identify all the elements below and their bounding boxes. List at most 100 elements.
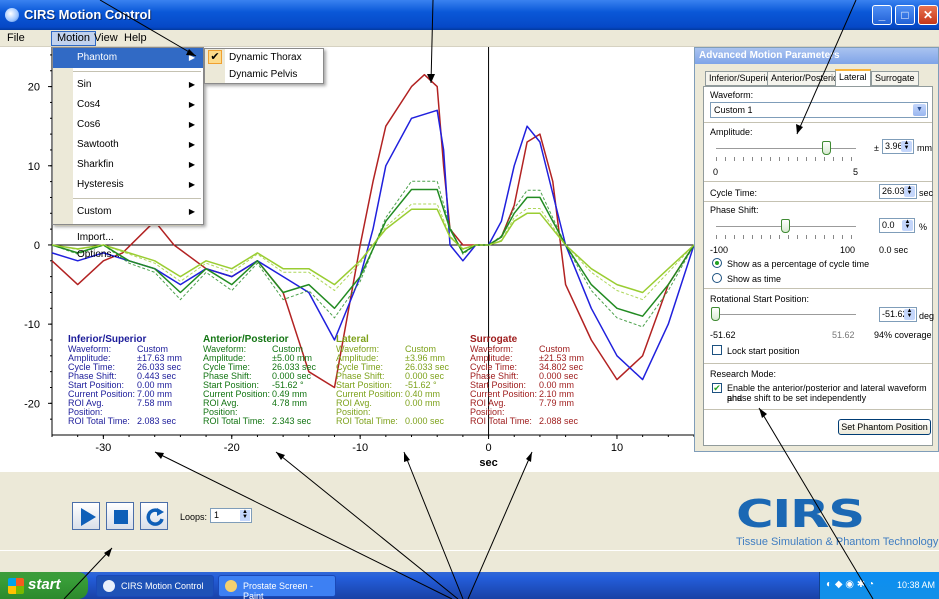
menu-help[interactable]: Help bbox=[119, 32, 152, 44]
app-icon bbox=[5, 8, 19, 22]
start-button[interactable]: start bbox=[0, 572, 88, 599]
spinner-arrows-icon[interactable]: ▲ ▼ bbox=[904, 185, 915, 197]
stop-icon bbox=[114, 510, 128, 524]
windows-logo-icon bbox=[8, 578, 24, 594]
spinner-arrows-icon[interactable]: ▲ ▼ bbox=[902, 219, 913, 231]
stats-row: ROI Avg. Position: 0.00 mm bbox=[336, 399, 449, 417]
menu-item-import[interactable]: Import... bbox=[53, 229, 203, 246]
rotational-max: 51.62 bbox=[832, 330, 855, 340]
divider bbox=[704, 181, 932, 182]
lock-start-checkbox[interactable] bbox=[712, 345, 722, 355]
phase-shift-unit: % bbox=[919, 222, 928, 232]
maximize-button[interactable]: □ bbox=[895, 5, 915, 25]
menu-item-sharkfin[interactable]: Sharkfin ▶ bbox=[53, 155, 203, 175]
loops-spinner[interactable]: 1 ▲ ▼ bbox=[210, 508, 252, 523]
menu-item-hysteresis[interactable]: Hysteresis ▶ bbox=[53, 175, 203, 195]
stats-row: ROI Total Time: 2.343 sec bbox=[203, 417, 316, 426]
clock: 10:38 AM bbox=[896, 580, 935, 590]
radio-percentage-label: Show as a percentage of cycle time bbox=[727, 259, 870, 269]
menu-view[interactable]: View bbox=[89, 32, 123, 44]
stats-value: 4.78 mm bbox=[272, 398, 308, 408]
stats-value: 7.58 mm bbox=[137, 398, 173, 408]
submenu-arrow-icon: ▶ bbox=[188, 180, 195, 189]
divider bbox=[704, 409, 932, 410]
slider-ticks bbox=[716, 157, 857, 161]
phase-seconds: 0.0 sec bbox=[879, 245, 909, 255]
y-tick-label: 0 bbox=[34, 240, 40, 252]
cycle-time-unit: sec bbox=[919, 188, 934, 198]
phantom-submenu: ✔ Dynamic Thorax Dynamic Pelvis bbox=[204, 48, 324, 84]
play-button[interactable] bbox=[72, 502, 100, 530]
task-paint[interactable]: Prostate Screen - Paint bbox=[218, 575, 336, 599]
stats-title: Anterior/Posterior bbox=[203, 334, 289, 345]
stats-value: 7.79 mm bbox=[539, 398, 575, 408]
menu-item-cos4[interactable]: Cos4 ▶ bbox=[53, 95, 203, 115]
amplitude-slider-track bbox=[716, 148, 856, 150]
radio-time[interactable] bbox=[712, 273, 722, 283]
spinner-arrows-icon[interactable]: ▲ ▼ bbox=[240, 509, 250, 521]
research-mode-checkbox[interactable]: ✔ bbox=[712, 383, 722, 393]
menu-item-sawtooth[interactable]: Sawtooth ▶ bbox=[53, 135, 203, 155]
menu-item-sin[interactable]: Sin ▶ bbox=[53, 75, 203, 95]
menu-item-cos6[interactable]: Cos6 ▶ bbox=[53, 115, 203, 135]
phase-min: -100 bbox=[710, 245, 729, 255]
phase-shift-label: Phase Shift: bbox=[710, 205, 759, 215]
spinner-arrows-icon[interactable]: ▲ ▼ bbox=[901, 140, 912, 152]
x-tick-label: -10 bbox=[352, 442, 368, 454]
menu-item-phantom[interactable]: Phantom ▶ bbox=[53, 48, 203, 68]
tab-anterior-posterior[interactable]: Anterior/Posterior bbox=[767, 71, 846, 86]
window-title: CIRS Motion Control bbox=[24, 7, 152, 22]
phase-shift-slider[interactable] bbox=[781, 219, 790, 233]
stop-button[interactable] bbox=[106, 502, 134, 530]
rotational-start-unit: deg bbox=[919, 311, 935, 321]
stats-value: 2.343 sec bbox=[272, 416, 312, 426]
stats-key: ROI Total Time: bbox=[470, 416, 532, 426]
lock-start-label: Lock start position bbox=[727, 346, 800, 356]
minimize-button[interactable]: _ bbox=[872, 5, 892, 25]
amplitude-spinner[interactable]: 3.96 ▲ ▼ bbox=[882, 139, 914, 154]
radio-percentage[interactable] bbox=[712, 258, 722, 268]
phase-max: 100 bbox=[840, 245, 856, 255]
radio-time-label: Show as time bbox=[727, 274, 782, 284]
set-phantom-position-button[interactable]: Set Phantom Position bbox=[838, 419, 931, 435]
menu-bar: File Motion View Help bbox=[0, 30, 939, 47]
amplitude-label: Amplitude: bbox=[710, 127, 753, 137]
stats-key: ROI Avg. Position: bbox=[336, 398, 372, 417]
menu-item-custom[interactable]: Custom ▶ bbox=[53, 202, 203, 222]
close-button[interactable]: ✕ bbox=[918, 5, 938, 25]
loop-button[interactable] bbox=[140, 502, 168, 530]
menu-item-options[interactable]: Options... bbox=[53, 246, 203, 263]
logo-tagline: Tissue Simulation & Phantom Technology bbox=[736, 536, 939, 548]
amplitude-min: 0 bbox=[713, 167, 719, 177]
stats-key: ROI Avg. Position: bbox=[203, 398, 239, 417]
stats-key: ROI Avg. Position: bbox=[470, 398, 506, 417]
rotational-start-slider[interactable] bbox=[711, 307, 720, 321]
spinner-arrows-icon[interactable]: ▲ ▼ bbox=[904, 308, 915, 320]
y-tick-label: -20 bbox=[24, 398, 40, 410]
submenu-item-dynamic-thorax[interactable]: ✔ Dynamic Thorax bbox=[205, 49, 323, 66]
tab-surrogate[interactable]: Surrogate bbox=[871, 71, 919, 86]
amplitude-slider[interactable] bbox=[821, 141, 831, 155]
chevron-down-icon[interactable]: ▼ bbox=[913, 104, 926, 116]
divider bbox=[704, 288, 932, 289]
stats-key: ROI Total Time: bbox=[203, 416, 265, 426]
stats-anterior-posterior: Anterior/Posterior Waveform: Custom Amplitu… bbox=[203, 335, 316, 426]
divider bbox=[704, 122, 932, 123]
tab-lateral[interactable]: Lateral bbox=[835, 69, 871, 87]
repeat-icon bbox=[146, 508, 164, 526]
submenu-arrow-icon: ▶ bbox=[188, 80, 195, 89]
menu-separator bbox=[55, 198, 201, 199]
rotational-start-spinner[interactable]: -51.62 ▲ ▼ bbox=[879, 307, 917, 322]
submenu-item-dynamic-pelvis[interactable]: Dynamic Pelvis bbox=[205, 66, 323, 83]
stats-key: ROI Avg. Position: bbox=[68, 398, 104, 417]
cirs-logo: CIRS bbox=[736, 492, 865, 536]
task-cirs-motion-control[interactable]: CIRS Motion Control bbox=[96, 575, 214, 597]
waveform-select[interactable]: Custom 1 ▼ bbox=[710, 102, 928, 118]
menu-file[interactable]: File bbox=[2, 32, 30, 44]
tray-icons: ◐ ◆ ◉ ✱ ◔ bbox=[826, 579, 874, 590]
stats-value: 0.00 mm bbox=[405, 398, 441, 408]
x-tick-label: 0 bbox=[485, 442, 491, 454]
phase-shift-spinner[interactable]: 0.0 ▲ ▼ bbox=[879, 218, 915, 233]
cycle-time-spinner[interactable]: 26.033 ▲ ▼ bbox=[879, 184, 917, 199]
panel-title: Advanced Motion Parameters bbox=[695, 48, 938, 64]
